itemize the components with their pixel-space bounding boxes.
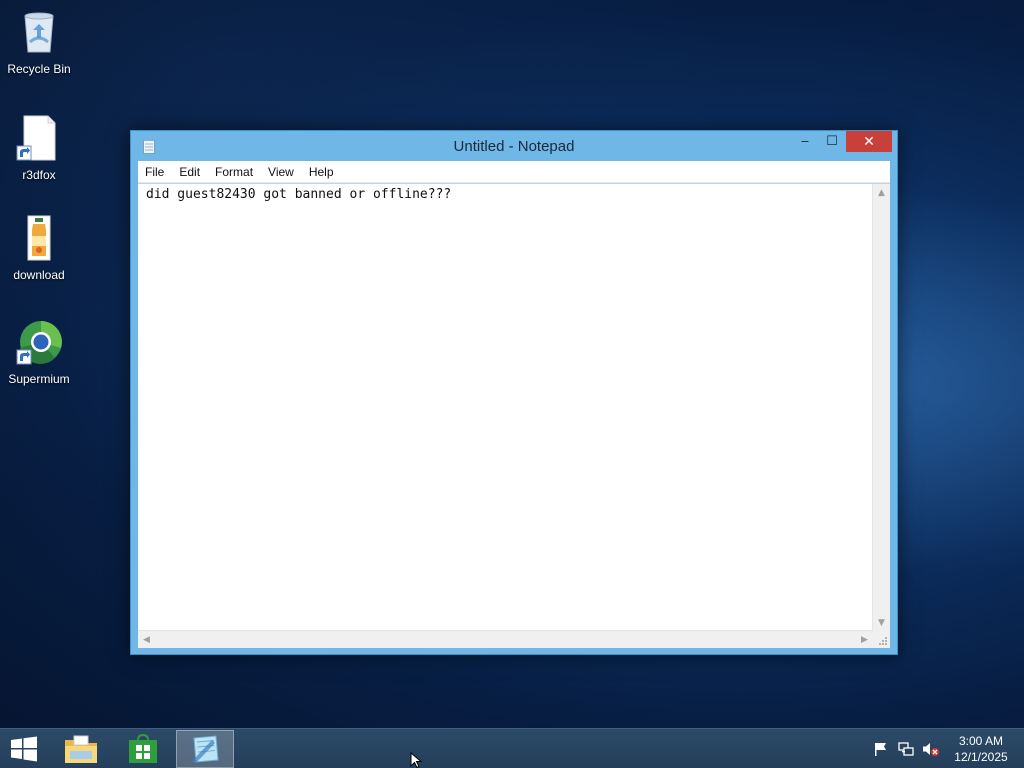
- menu-view[interactable]: View: [261, 165, 302, 179]
- desktop-icon-recycle-bin[interactable]: Recycle Bin: [0, 8, 78, 76]
- menu-help[interactable]: Help: [302, 165, 342, 179]
- recycle-bin-icon: [15, 8, 63, 56]
- system-clock[interactable]: 3:00 AM 12/1/2025: [946, 733, 1016, 765]
- desktop-icon-label: Recycle Bin: [7, 62, 71, 76]
- juice-bottle-icon: [15, 214, 63, 262]
- file-explorer-icon: [65, 735, 97, 763]
- menu-bar: File Edit Format View Help: [138, 161, 890, 183]
- start-icon: [11, 736, 37, 762]
- store-icon: [129, 734, 157, 763]
- taskbar: 3:00 AM 12/1/2025: [0, 728, 1024, 768]
- action-center-flag[interactable]: [873, 729, 889, 768]
- editor-text[interactable]: did guest82430 got banned or offline???: [146, 187, 451, 202]
- clock-time: 3:00 AM: [958, 734, 1004, 748]
- menu-edit[interactable]: Edit: [172, 165, 208, 179]
- minimize-icon: ‒: [800, 134, 810, 149]
- maximize-button[interactable]: ☐: [819, 131, 845, 152]
- scroll-down-icon[interactable]: ▼: [873, 614, 890, 631]
- taskbar-store[interactable]: [114, 730, 172, 768]
- notepad-icon: [192, 735, 219, 764]
- menu-file[interactable]: File: [138, 165, 172, 179]
- flag-icon: [875, 743, 886, 756]
- desktop-icon-label: Supermium: [8, 372, 70, 386]
- file-shortcut-icon: [15, 114, 63, 162]
- menu-format[interactable]: Format: [208, 165, 261, 179]
- clock-date: 12/1/2025: [954, 750, 1008, 764]
- volume-control[interactable]: [922, 729, 940, 768]
- title-bar[interactable]: Untitled - Notepad ‒ ☐ ✕: [131, 131, 897, 161]
- desktop-icon-download[interactable]: download: [0, 214, 78, 282]
- close-button[interactable]: ✕: [846, 131, 892, 152]
- close-icon: ✕: [863, 133, 875, 150]
- notepad-window[interactable]: Untitled - Notepad ‒ ☐ ✕ File Edit Forma…: [130, 130, 898, 655]
- scroll-up-icon[interactable]: ▲: [873, 184, 890, 201]
- horizontal-scrollbar[interactable]: ◀ ▶: [138, 630, 873, 648]
- taskbar-file-explorer[interactable]: [52, 730, 110, 768]
- desktop-icon-label: download: [13, 268, 65, 282]
- browser-globe-icon: [15, 318, 63, 366]
- network-icon: [898, 742, 914, 756]
- resize-grip-icon[interactable]: [873, 631, 890, 648]
- network-status[interactable]: [898, 729, 914, 768]
- desktop-icon-r3dfox[interactable]: r3dfox: [0, 114, 78, 182]
- volume-muted-icon: [923, 743, 939, 756]
- start-button[interactable]: [0, 730, 48, 768]
- scroll-right-icon[interactable]: ▶: [856, 631, 873, 648]
- mouse-cursor-icon: [410, 751, 423, 768]
- desktop-icon-supermium[interactable]: Supermium: [0, 318, 78, 386]
- desktop-icon-label: r3dfox: [22, 168, 56, 182]
- text-editor[interactable]: did guest82430 got banned or offline??? …: [138, 183, 890, 648]
- maximize-icon: ☐: [826, 134, 838, 149]
- minimize-button[interactable]: ‒: [792, 131, 818, 152]
- vertical-scrollbar[interactable]: ▲ ▼: [872, 184, 890, 631]
- scroll-left-icon[interactable]: ◀: [138, 631, 155, 648]
- taskbar-notepad[interactable]: [176, 730, 234, 768]
- window-title: Untitled - Notepad: [453, 138, 575, 155]
